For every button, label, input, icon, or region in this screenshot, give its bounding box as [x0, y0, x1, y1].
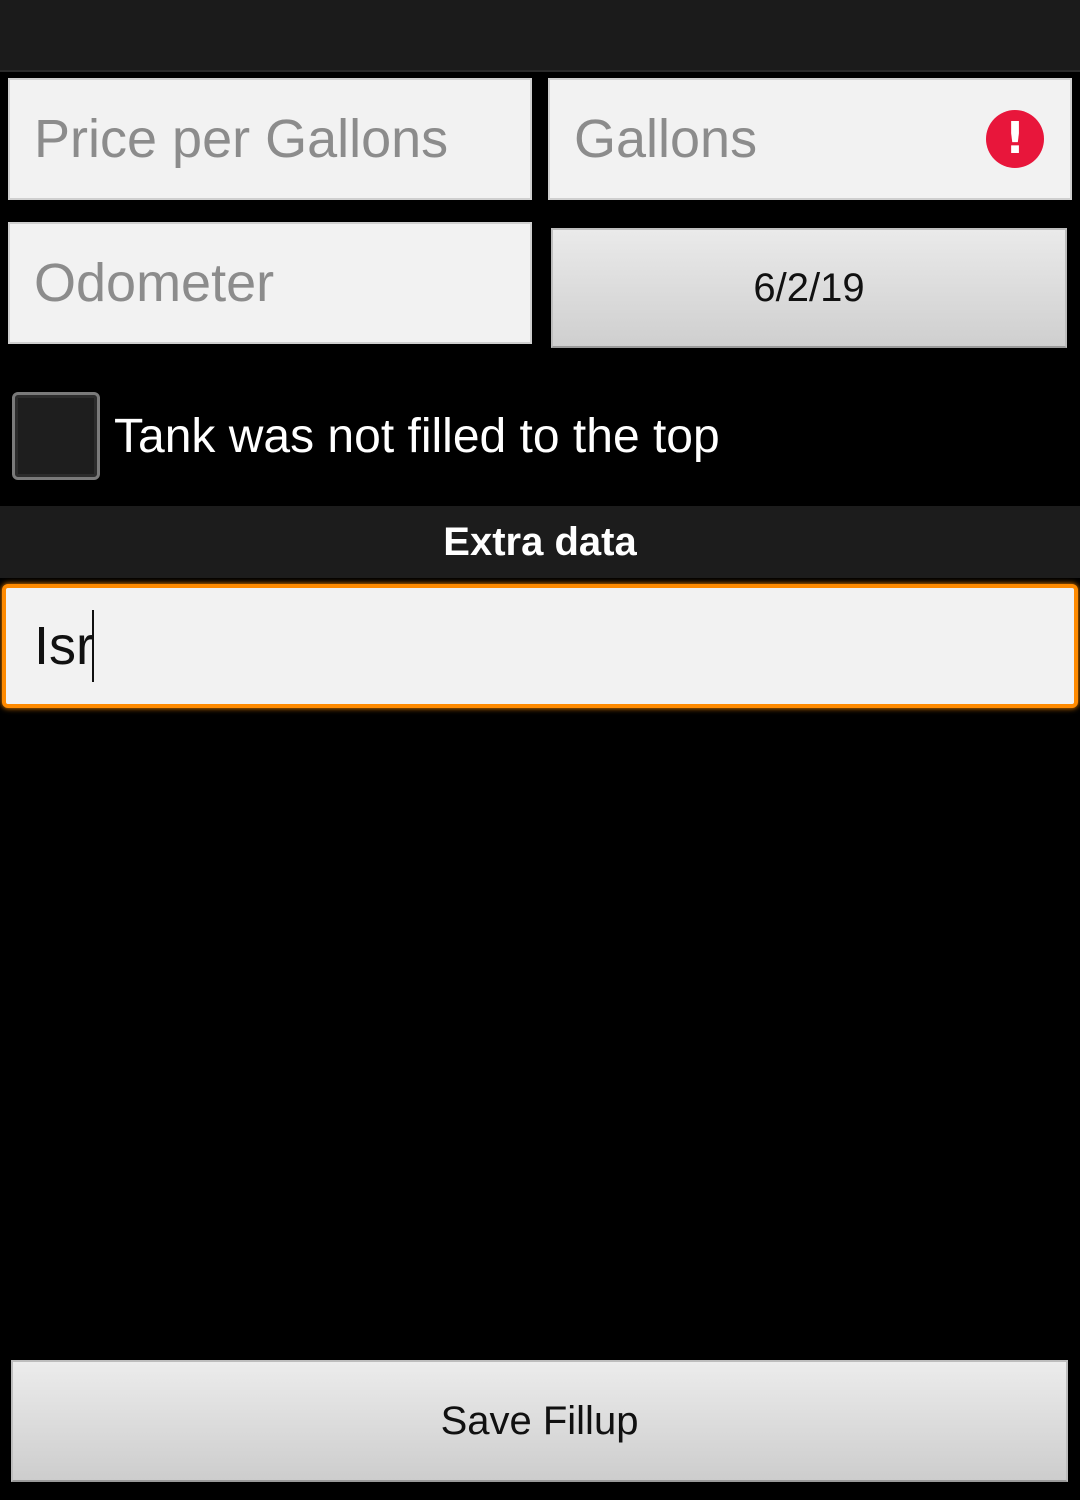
extra-data-title: Extra data: [443, 519, 637, 564]
save-fillup-label: Save Fillup: [440, 1398, 639, 1443]
error-icon[interactable]: !: [986, 110, 1044, 168]
partial-fill-checkbox[interactable]: [12, 392, 100, 480]
extra-data-input[interactable]: Isr: [2, 584, 1078, 708]
fillup-screen: Price per Gallons Gallons ! Odometer 6/2…: [0, 0, 1080, 1500]
partial-fill-label[interactable]: Tank was not filled to the top: [114, 409, 720, 464]
gallons-input[interactable]: Gallons !: [548, 78, 1072, 200]
gallons-placeholder: Gallons: [574, 109, 758, 169]
extra-data-value: Isr: [34, 616, 94, 676]
status-bar: [0, 0, 1080, 72]
save-fillup-button[interactable]: Save Fillup: [11, 1360, 1068, 1482]
price-per-gallon-placeholder: Price per Gallons: [34, 109, 449, 169]
extra-data-header: Extra data: [0, 506, 1080, 578]
text-caret: [92, 610, 94, 682]
partial-fill-row[interactable]: Tank was not filled to the top: [12, 390, 720, 482]
price-per-gallon-input[interactable]: Price per Gallons: [8, 78, 532, 200]
date-picker-button[interactable]: 6/2/19: [551, 228, 1067, 348]
odometer-placeholder: Odometer: [34, 253, 275, 313]
date-value: 6/2/19: [753, 265, 865, 310]
odometer-input[interactable]: Odometer: [8, 222, 532, 344]
